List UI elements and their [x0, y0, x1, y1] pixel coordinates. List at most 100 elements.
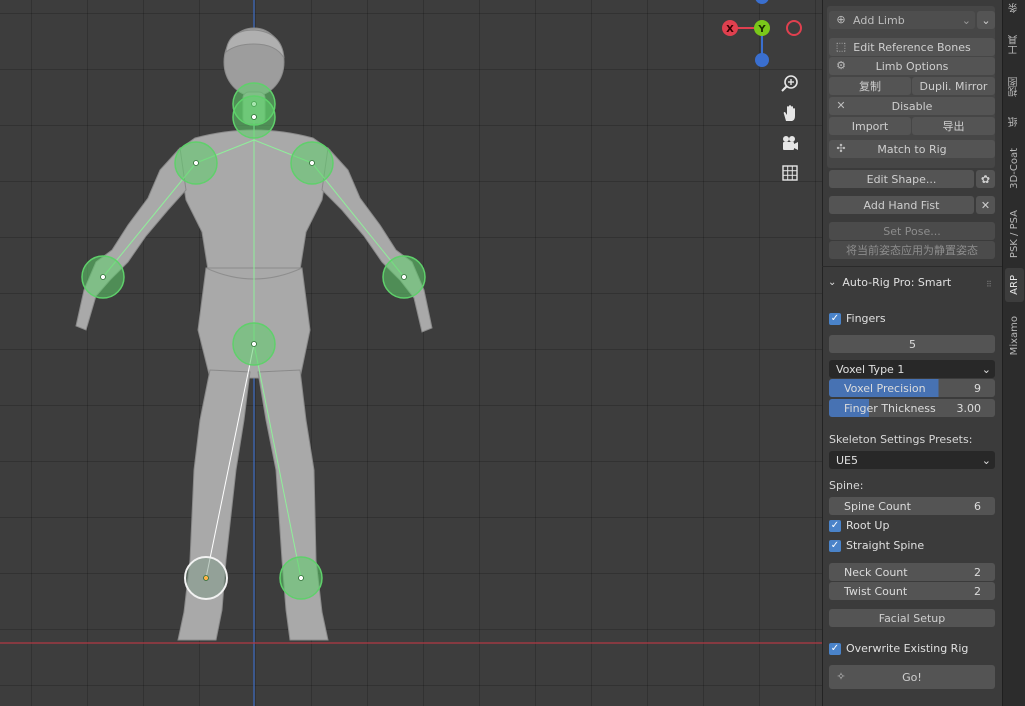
- skeleton-preset-select[interactable]: UE5 ⌄: [829, 451, 995, 469]
- root-up-label: Root Up: [846, 519, 890, 532]
- tab-label: 视图: [1009, 77, 1020, 97]
- bone-joint-dot: [251, 341, 257, 347]
- neg-x-axis-handle[interactable]: [786, 20, 802, 36]
- chevron-down-icon: ⌄: [961, 13, 971, 27]
- fingers-checkbox[interactable]: ✓ Fingers: [829, 312, 886, 325]
- spine-label: Spine:: [829, 479, 864, 492]
- chevron-down-icon: ⌄: [981, 453, 991, 467]
- chevron-down-icon: ⌄: [981, 362, 991, 376]
- match-to-rig-button[interactable]: ✣ Match to Rig: [829, 140, 995, 158]
- dupli-mirror-button[interactable]: Dupli. Mirror: [912, 77, 995, 95]
- voxel-type-value: Voxel Type 1: [836, 362, 905, 376]
- section-title: Auto-Rig Pro: Smart: [842, 276, 952, 289]
- neck-count-field[interactable]: Neck Count 2: [829, 563, 995, 581]
- skeleton-preset-value: UE5: [836, 453, 858, 467]
- import-label: Import: [851, 119, 889, 133]
- add-hand-fist-label: Add Hand Fist: [863, 198, 940, 212]
- checkmark-icon: ✓: [829, 312, 841, 325]
- camera-view-tool[interactable]: [776, 130, 804, 156]
- bone-joint-dot: [193, 160, 199, 166]
- tab-label: 条: [1009, 3, 1020, 13]
- overwrite-rig-checkbox[interactable]: ✓ Overwrite Existing Rig: [829, 642, 968, 655]
- go-button[interactable]: ✧ Go!: [829, 665, 995, 689]
- neck-count-value: 2: [974, 565, 981, 579]
- limb-menu-button[interactable]: ⌄: [977, 11, 995, 29]
- straight-spine-label: Straight Spine: [846, 539, 925, 552]
- drag-handle-icon[interactable]: ⠿: [986, 280, 992, 289]
- close-icon: ✕: [836, 99, 846, 112]
- add-limb-label: Add Limb: [853, 13, 905, 27]
- skeleton-presets-label: Skeleton Settings Presets:: [829, 433, 973, 446]
- twist-count-label: Twist Count: [844, 584, 908, 598]
- voxel-precision-slider[interactable]: Voxel Precision 9: [829, 379, 995, 397]
- chevron-down-icon: ⌄: [981, 13, 991, 27]
- ortho-toggle-tool[interactable]: [776, 160, 804, 186]
- plus-circle-icon: ⊕: [836, 13, 846, 26]
- zoom-icon: [781, 75, 798, 92]
- export-button[interactable]: 导出: [912, 117, 995, 135]
- apply-rest-pose-label: 将当前姿态应用为静置姿态: [846, 244, 978, 257]
- tab-label: PSK / PSA: [1009, 209, 1020, 259]
- facial-setup-label: Facial Setup: [878, 611, 946, 625]
- facial-setup-button[interactable]: Facial Setup: [829, 609, 995, 627]
- copy-label: 复制: [859, 80, 881, 93]
- limb-options-button[interactable]: ⚙ Limb Options: [829, 57, 995, 75]
- viewport-scene: [0, 0, 822, 706]
- tab-view[interactable]: 视图: [1005, 72, 1024, 102]
- zoom-tool[interactable]: [776, 70, 804, 96]
- disable-button[interactable]: ✕ Disable: [829, 97, 995, 115]
- voxel-type-select[interactable]: Voxel Type 1 ⌄: [829, 360, 995, 378]
- gear-icon: ✿: [980, 172, 991, 186]
- 3d-viewport[interactable]: X Y: [0, 0, 822, 706]
- straight-spine-checkbox[interactable]: ✓ Straight Spine: [829, 539, 924, 552]
- import-button[interactable]: Import: [829, 117, 911, 135]
- edit-reference-bones-label: Edit Reference Bones: [853, 40, 971, 54]
- chevron-down-icon: ⌄: [828, 277, 837, 288]
- magic-wand-icon: ✧: [836, 670, 846, 683]
- section-header-smart[interactable]: ⌄ Auto-Rig Pro: Smart: [828, 276, 951, 289]
- tab-3d-coat[interactable]: 3D-Coat: [1005, 142, 1024, 194]
- bone-joint-dot: [309, 160, 315, 166]
- disable-label: Disable: [891, 99, 933, 113]
- shape-settings-button[interactable]: ✿: [976, 170, 995, 188]
- bone-joint-dot: [298, 575, 304, 581]
- remove-hand-fist-button[interactable]: ✕: [976, 196, 995, 214]
- tab-mixamo[interactable]: Mixamo: [1005, 310, 1024, 362]
- finger-thickness-label: Finger Thickness: [844, 401, 936, 415]
- copy-button[interactable]: 复制: [829, 77, 911, 95]
- tab-label: 纸: [1009, 117, 1020, 127]
- navigation-gizmo[interactable]: X Y: [720, 0, 802, 70]
- tab-paper[interactable]: 纸: [1005, 112, 1024, 132]
- tab-item[interactable]: 条: [1005, 0, 1024, 16]
- finger-thickness-slider[interactable]: Finger Thickness 3.00: [829, 399, 995, 417]
- twist-count-value: 2: [974, 584, 981, 598]
- spine-count-field[interactable]: Spine Count 6: [829, 497, 995, 515]
- export-label: 导出: [942, 120, 965, 133]
- bone-joint-dot: [203, 575, 209, 581]
- edit-reference-bones-button[interactable]: ⬚ Edit Reference Bones: [829, 38, 995, 56]
- add-limb-dropdown[interactable]: ⊕ Add Limb ⌄: [829, 11, 975, 29]
- fingers-label: Fingers: [846, 312, 886, 325]
- z-axis-handle[interactable]: [755, 0, 769, 4]
- gear-icon: ⚙: [836, 59, 846, 72]
- add-hand-fist-button[interactable]: Add Hand Fist: [829, 196, 974, 214]
- tab-arp[interactable]: ARP: [1005, 268, 1024, 302]
- apply-rest-pose-button[interactable]: 将当前姿态应用为静置姿态: [829, 241, 995, 259]
- tab-tool[interactable]: 工具: [1005, 30, 1024, 60]
- set-pose-button[interactable]: Set Pose...: [829, 222, 995, 240]
- neg-z-axis-handle[interactable]: [755, 53, 769, 67]
- go-label: Go!: [902, 670, 922, 684]
- root-up-checkbox[interactable]: ✓ Root Up: [829, 519, 889, 532]
- close-icon: ✕: [980, 198, 991, 212]
- twist-count-field[interactable]: Twist Count 2: [829, 582, 995, 600]
- checkmark-icon: ✓: [829, 642, 841, 655]
- pan-tool[interactable]: [776, 100, 804, 126]
- checkmark-icon: ✓: [829, 519, 841, 532]
- fingers-count-value: 5: [909, 337, 916, 351]
- camera-icon: [783, 136, 798, 150]
- sidebar-tabs: 条 工具 视图 纸 3D-Coat PSK / PSA ARP Mixamo: [1002, 0, 1025, 706]
- tab-psk-psa[interactable]: PSK / PSA: [1005, 204, 1024, 264]
- dupli-mirror-label: Dupli. Mirror: [919, 79, 988, 93]
- edit-shape-button[interactable]: Edit Shape...: [829, 170, 974, 188]
- fingers-count-field[interactable]: 5: [829, 335, 995, 353]
